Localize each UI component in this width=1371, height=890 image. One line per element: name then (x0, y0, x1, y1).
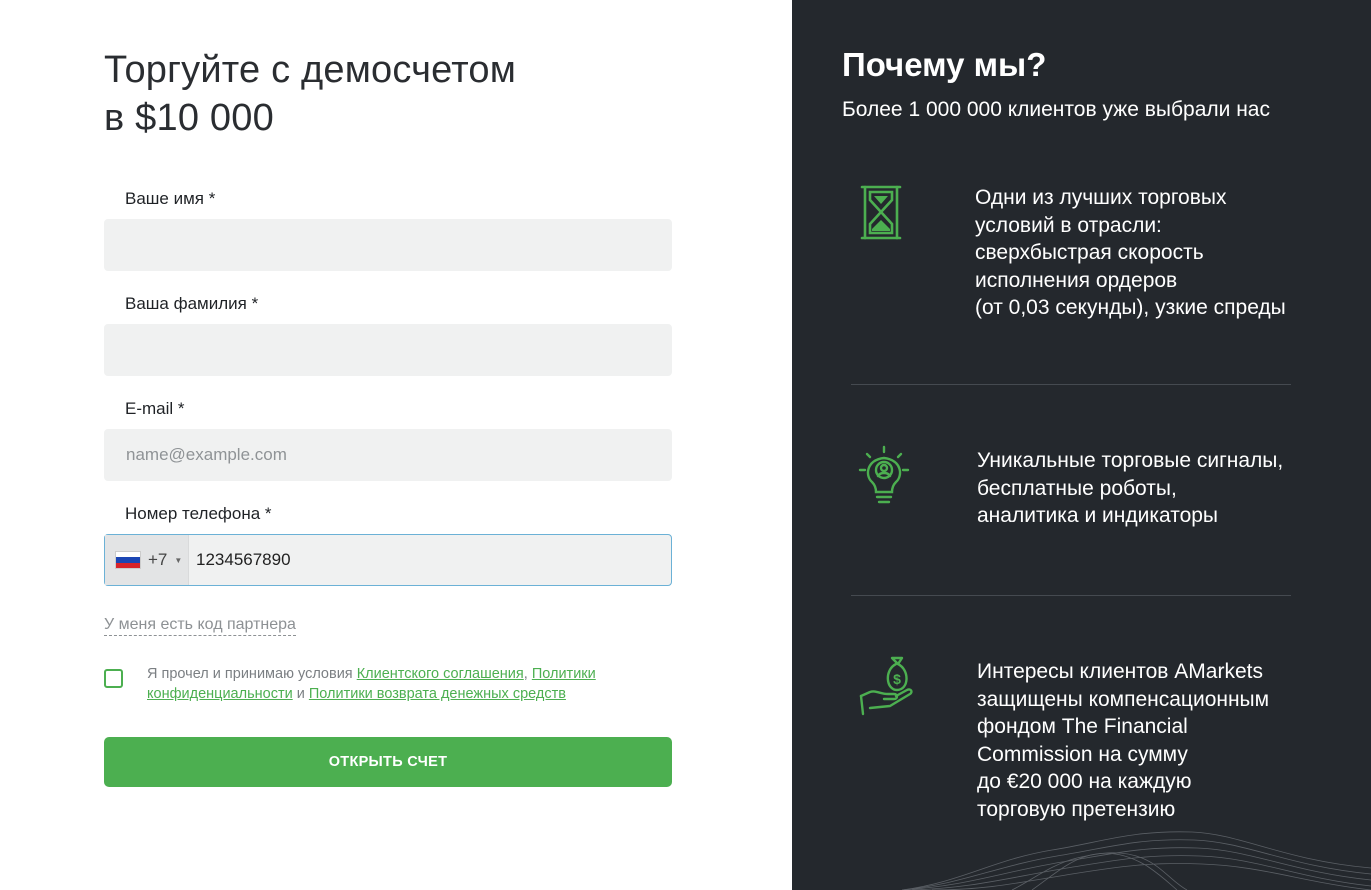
agree-checkbox[interactable] (104, 669, 123, 688)
email-field-wrapper (104, 429, 672, 481)
first-name-label: Ваше имя * (125, 189, 216, 208)
decorative-wave-graphic (902, 831, 1371, 890)
partner-code-link[interactable]: У меня есть код партнера (104, 616, 296, 636)
divider (851, 595, 1291, 596)
phone-label: Номер телефона * (125, 504, 272, 523)
last-name-input[interactable] (105, 325, 671, 375)
feature-text-1: Одни из лучших торговых условий в отрасл… (975, 186, 1286, 319)
why-us-panel: Почему мы? Более 1 000 000 клиентов уже … (792, 0, 1371, 890)
phone-field-wrapper: +7 ▼ (104, 534, 672, 586)
client-agreement-link[interactable]: Клиентского соглашения (357, 666, 524, 682)
feature-text-3: Интересы клиентов AMarkets защищены комп… (977, 660, 1270, 821)
last-name-label: Ваша фамилия * (125, 294, 259, 313)
svg-text:$: $ (893, 671, 901, 687)
feature-text-2: Уникальные торговые сигналы, бесплатные … (977, 449, 1284, 527)
divider (851, 384, 1291, 385)
first-name-field-wrapper (104, 219, 672, 271)
page-title: Торгуйте с демосчетом в $10 000 (104, 49, 517, 139)
email-label: E-mail * (125, 399, 185, 418)
registration-form-panel: Торгуйте с демосчетом в $10 000 Ваше имя… (0, 0, 792, 890)
email-input[interactable] (105, 430, 671, 480)
first-name-input[interactable] (105, 220, 671, 270)
lightbulb-icon (858, 445, 910, 504)
money-bag-hand-icon: $ (859, 656, 913, 716)
why-us-heading: Почему мы? (842, 46, 1047, 83)
open-account-button[interactable]: ОТКРЫТЬ СЧЕТ (104, 737, 672, 787)
agreement-text: Я прочел и принимаю условия Клиентского … (147, 666, 596, 702)
country-code-select[interactable]: +7 ▼ (105, 535, 189, 585)
dial-code: +7 (148, 550, 168, 569)
caret-down-icon: ▼ (174, 555, 183, 565)
hourglass-icon (860, 185, 902, 240)
last-name-field-wrapper (104, 324, 672, 376)
why-us-subheading: Более 1 000 000 клиентов уже выбрали нас (842, 98, 1270, 121)
refund-policy-link[interactable]: Политики возврата денежных средств (309, 686, 566, 702)
russia-flag-icon (115, 551, 141, 569)
phone-input[interactable] (189, 535, 671, 585)
